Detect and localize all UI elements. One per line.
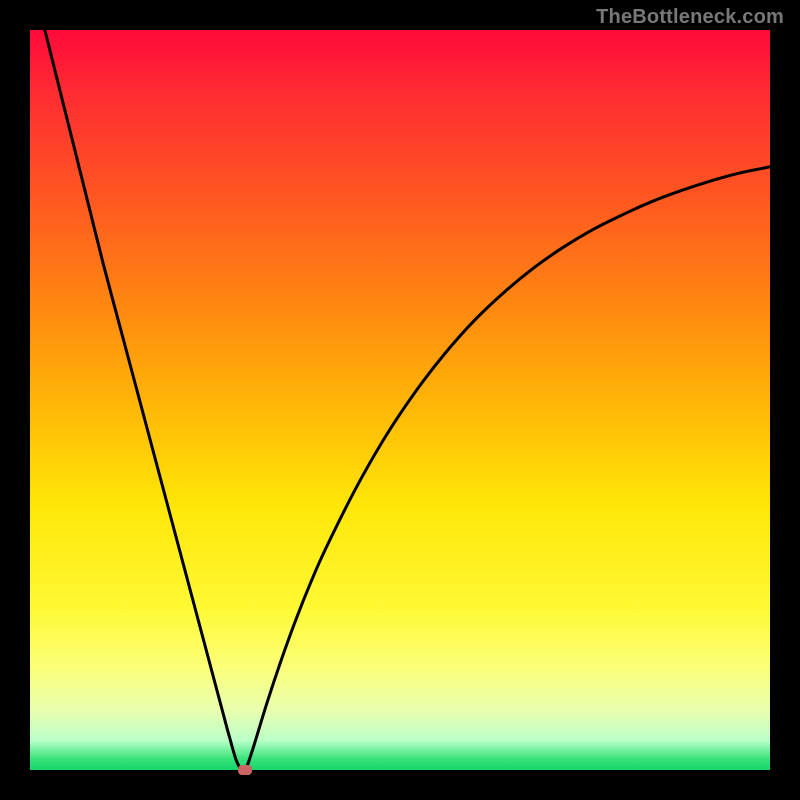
watermark-text: TheBottleneck.com <box>596 6 784 29</box>
chart-container: TheBottleneck.com <box>0 0 800 800</box>
chart-plot-area <box>30 30 770 770</box>
